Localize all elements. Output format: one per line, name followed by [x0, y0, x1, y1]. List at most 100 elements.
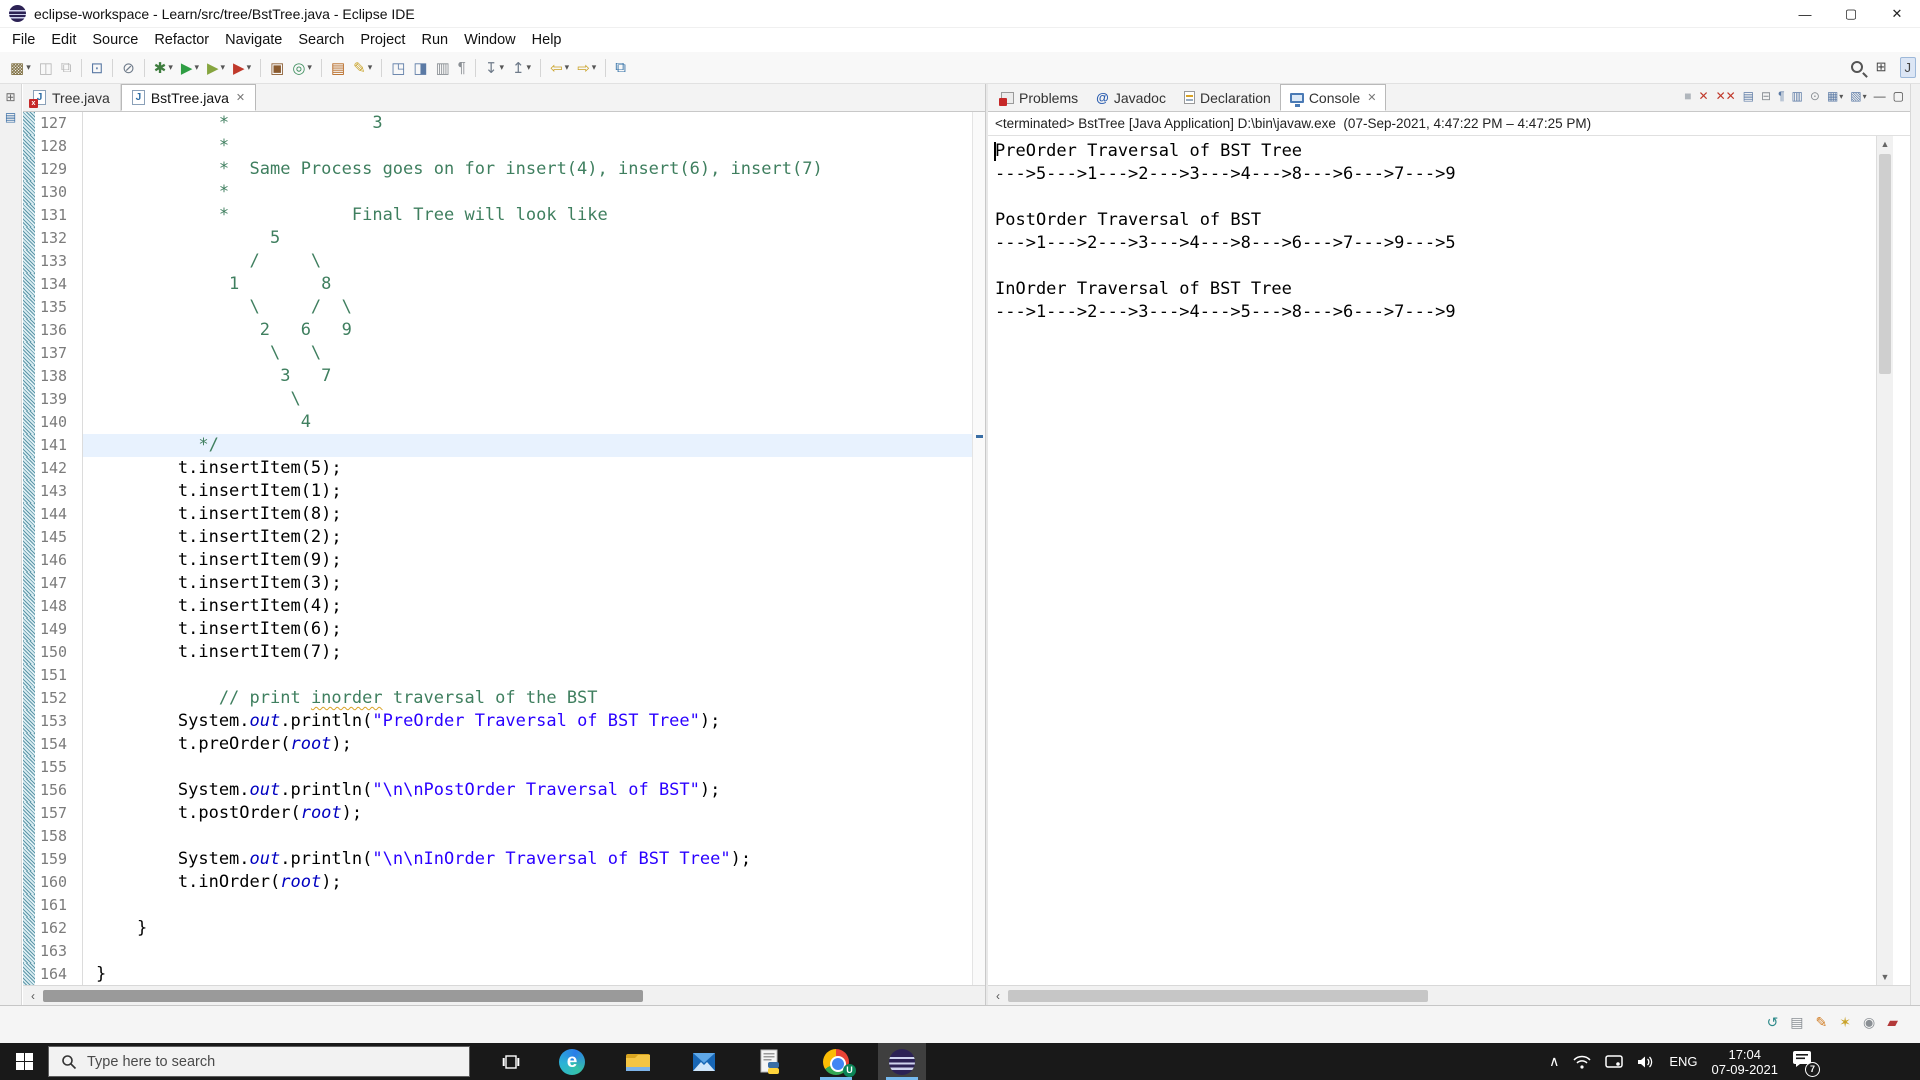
console-terminate-icon[interactable]: ■ [1684, 89, 1691, 103]
code-line[interactable]: 154 t.preOrder(root); [23, 733, 985, 756]
code-line[interactable]: 148 t.insertItem(4); [23, 595, 985, 618]
toolbar-new-class-icon[interactable]: ◎ ▾ [289, 56, 315, 80]
menu-help[interactable]: Help [524, 30, 570, 50]
close-button[interactable]: ✕ [1874, 0, 1920, 28]
toolbar-back-icon[interactable]: ⇦ ▾ [547, 56, 572, 80]
code-line[interactable]: 153 System.out.println("PreOrder Travers… [23, 710, 985, 733]
console-show-stdout-icon[interactable]: ▥ [1792, 89, 1803, 103]
toolbar-debug-icon[interactable]: ✱ ▾ [151, 56, 176, 80]
code-line[interactable]: 144 t.insertItem(8); [23, 503, 985, 526]
code-line[interactable]: 163 [23, 940, 985, 963]
minimize-button[interactable]: — [1782, 0, 1828, 28]
code-line[interactable]: 137 \ \ [23, 342, 985, 365]
code-line[interactable]: 128 * [23, 135, 985, 158]
code-line[interactable]: 135 \ / \ [23, 296, 985, 319]
toolbar-forward-icon[interactable]: ⇨ ▾ [574, 56, 599, 80]
code-line[interactable]: 149 t.insertItem(6); [23, 618, 985, 641]
start-button[interactable] [0, 1043, 48, 1080]
code-line[interactable]: 140 4 [23, 411, 985, 434]
maximize-button[interactable]: ▢ [1828, 0, 1874, 28]
code-line[interactable]: 160 t.inOrder(root); [23, 871, 985, 894]
taskbar-app-mail[interactable] [680, 1043, 728, 1080]
taskbar-clock[interactable]: 17:04 07-09-2021 [1712, 1047, 1779, 1077]
display-cast-icon[interactable] [1605, 1054, 1624, 1069]
toolbar-open-console-tool-icon[interactable]: ⊡ [88, 56, 107, 80]
toolbar-prev-annotation-icon[interactable]: ↥ ▾ [509, 56, 534, 80]
menu-navigate[interactable]: Navigate [217, 30, 290, 50]
menu-file[interactable]: File [4, 30, 43, 50]
code-editor[interactable]: 127 * 3 128 * 129 * Same Process goes on f… [23, 112, 985, 985]
editor-hscroll-thumb[interactable] [43, 989, 643, 1002]
console-minimize-view-icon[interactable]: — [1874, 89, 1886, 103]
console-vscroll-thumb[interactable] [1879, 154, 1891, 374]
progress-icon[interactable]: ◉ [1863, 1014, 1875, 1031]
code-line[interactable]: 133 / \ [23, 250, 985, 273]
code-line[interactable]: 157 t.postOrder(root); [23, 802, 985, 825]
menu-search[interactable]: Search [290, 30, 352, 50]
toolbar-run-icon[interactable]: ▶ ▾ [178, 56, 202, 80]
code-line[interactable]: 136 2 6 9 [23, 319, 985, 342]
toolbar-show-whitespace-icon[interactable]: ¶ [455, 56, 469, 80]
taskbar-app-edge[interactable] [548, 1043, 596, 1080]
code-line[interactable]: 131 * Final Tree will look like [23, 204, 985, 227]
code-line[interactable]: 143 t.insertItem(1); [23, 480, 985, 503]
tab-console[interactable]: Console ✕ [1279, 84, 1387, 111]
console-open-console-icon[interactable]: ▧ ▾ [1850, 89, 1866, 103]
code-line[interactable]: 159 System.out.println("\n\nInOrder Trav… [23, 848, 985, 871]
tab-tree-java[interactable]: Jx Tree.java [23, 84, 121, 111]
java-perspective-button[interactable]: J [1899, 56, 1916, 78]
tray-chevron-icon[interactable]: ∧ [1549, 1053, 1559, 1070]
menu-edit[interactable]: Edit [43, 30, 84, 50]
toolbar-link-editor-icon[interactable]: ⧉ [612, 56, 629, 80]
toolbar-next-annotation-icon[interactable]: ↧ ▾ [482, 56, 507, 80]
code-line[interactable]: 130 * [23, 181, 985, 204]
console-pin-console-icon[interactable]: ⊙ [1810, 89, 1820, 103]
code-line[interactable]: 152 // print inorder traversal of the BS… [23, 687, 985, 710]
code-line[interactable]: 134 1 8 [23, 273, 985, 296]
restore-panel-icon[interactable]: ⊞ [0, 90, 21, 104]
open-perspective-button[interactable]: ⊞ [1871, 56, 1892, 78]
tab-javadoc[interactable]: @ Javadoc [1087, 84, 1175, 111]
toolbar-highlight-icon[interactable]: ✎ ▾ [350, 56, 375, 80]
code-line[interactable]: 132 5 [23, 227, 985, 250]
code-line[interactable]: 145 t.insertItem(2); [23, 526, 985, 549]
speaker-icon[interactable] [1637, 1055, 1655, 1069]
code-line[interactable]: 150 t.insertItem(7); [23, 641, 985, 664]
scroll-down-arrow[interactable]: ▼ [1877, 972, 1893, 982]
code-line[interactable]: 156 System.out.println("\n\nPostOrder Tr… [23, 779, 985, 802]
toolbar-pin-editor-icon[interactable]: ◨ [410, 56, 430, 80]
overview-icon[interactable]: ▤ [1790, 1014, 1803, 1031]
code-line[interactable]: 147 t.insertItem(3); [23, 572, 985, 595]
console-display-console-icon[interactable]: ▦ ▾ [1827, 89, 1843, 103]
code-line[interactable]: 127 * 3 [23, 112, 985, 135]
toolbar-coverage-icon[interactable]: ▶ ▾ [204, 56, 228, 80]
tab-close-icon[interactable]: ✕ [1367, 91, 1376, 104]
sync-view-icon[interactable]: ↺ [1767, 1014, 1779, 1031]
toolbar-save-all-icon[interactable]: ⧉ [58, 56, 75, 80]
toolbar-profile-icon[interactable]: ▶ ▾ [230, 56, 254, 80]
code-line[interactable]: 146 t.insertItem(9); [23, 549, 985, 572]
package-explorer-icon[interactable]: ▤ [0, 110, 21, 124]
console-hscroll-thumb[interactable] [1008, 989, 1428, 1002]
code-line[interactable]: 129 * Same Process goes on for insert(4)… [23, 158, 985, 181]
menu-source[interactable]: Source [84, 30, 146, 50]
wifi-icon[interactable] [1573, 1055, 1591, 1069]
console-scroll-lock-icon[interactable]: ⊟ [1761, 89, 1771, 103]
language-indicator[interactable]: ENG [1669, 1054, 1697, 1069]
menu-window[interactable]: Window [456, 30, 524, 50]
edit-mode-icon[interactable]: ✎ [1816, 1014, 1828, 1031]
code-line[interactable]: 158 [23, 825, 985, 848]
console-remove-launch-icon[interactable]: ✕ [1699, 89, 1709, 103]
toolbar-snapshot-icon[interactable]: ◳ [388, 56, 408, 80]
toolbar-open-task-icon[interactable]: ▤ [328, 56, 348, 80]
code-line[interactable]: 162 } [23, 917, 985, 940]
tab-problems[interactable]: Problems [992, 84, 1087, 111]
search-icon[interactable] [1850, 61, 1863, 73]
editor-horizontal-scrollbar[interactable]: ‹ [23, 985, 985, 1005]
toolbar-new-icon[interactable]: ▩ ▾ [7, 56, 34, 80]
taskbar-app-eclipse[interactable] [878, 1043, 926, 1080]
scroll-left-arrow[interactable]: ‹ [988, 989, 1008, 1003]
perspective-mini-icon[interactable]: ▰ [1887, 1014, 1898, 1031]
taskbar-app-chrome[interactable]: U [812, 1043, 860, 1080]
toolbar-show-annotations-icon[interactable]: ▥ [433, 56, 453, 80]
